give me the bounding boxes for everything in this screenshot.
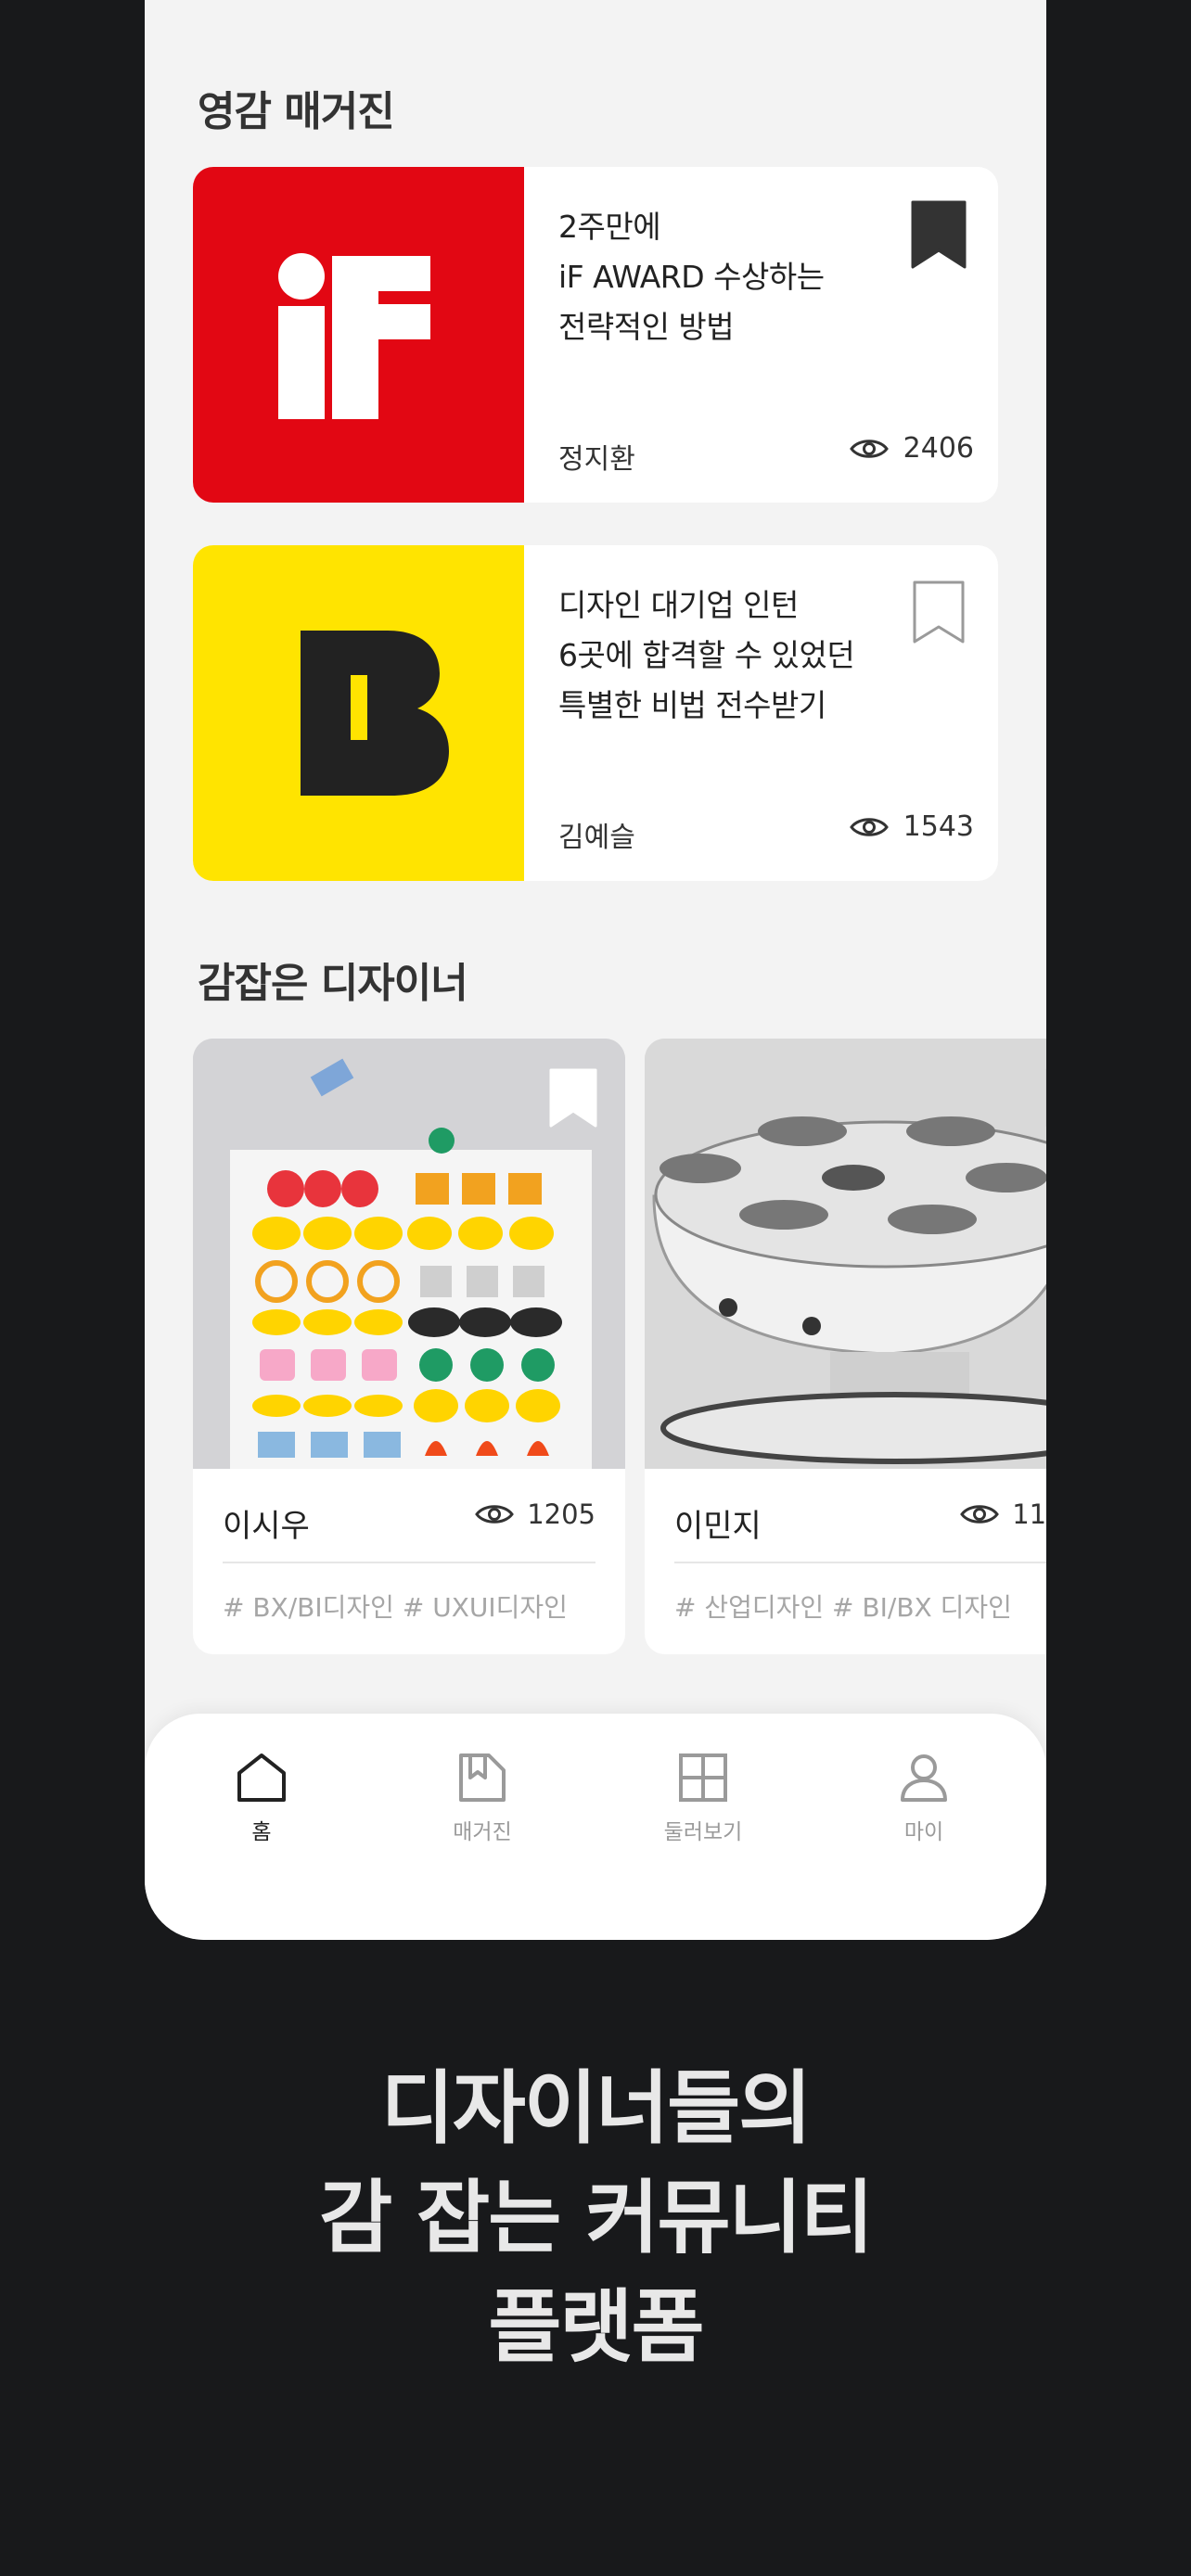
tab-label: 홈 (251, 1820, 272, 1844)
tab-label: 둘러보기 (663, 1820, 743, 1844)
bookmark-outline-icon[interactable] (1044, 1066, 1046, 1135)
if-logo-icon (278, 253, 430, 419)
bottom-tab-bar: 홈 매거진 둘러보기 마이 (145, 1714, 1046, 1940)
magazine-title: 디자인 대기업 인턴 6곳에 합격할 수 있었던 특별한 비법 전수받기 (558, 587, 855, 723)
magazine-thumbnail-if (193, 167, 524, 503)
view-count: 1205 (475, 1498, 596, 1530)
tab-my[interactable]: 마이 (850, 1751, 998, 1845)
magazine-thumbnail-b (193, 545, 524, 881)
view-count: 1543 (849, 810, 974, 843)
designer-tags: # 산업디자인 # BI/BX 디자인 (674, 1592, 1012, 1623)
view-count-value: 2406 (903, 432, 974, 465)
view-count-value: 1142 (1012, 1498, 1046, 1530)
magazine-title: 2주만에 iF AWARD 수상하는 전략적인 방법 (558, 209, 825, 345)
tab-magazine[interactable]: 매거진 (408, 1751, 557, 1845)
grid-icon (679, 1753, 727, 1802)
view-count-value: 1205 (527, 1498, 596, 1530)
tab-label: 마이 (903, 1820, 944, 1844)
magazine-card[interactable]: 2주만에 iF AWARD 수상하는 전략적인 방법 정지환 2406 (193, 167, 998, 503)
magazine-author: 김예슬 (558, 822, 635, 854)
eye-icon (475, 1505, 515, 1524)
magazine-author: 정지환 (558, 443, 635, 476)
divider (223, 1562, 596, 1563)
magazine-card[interactable]: 디자인 대기업 인턴 6곳에 합격할 수 있었던 특별한 비법 전수받기 김예슬… (193, 545, 998, 881)
book-icon (459, 1753, 506, 1802)
designer-card[interactable]: 이시우 1205 # BX/BI디자인 # UXUI디자인 (193, 1039, 625, 1654)
tagline-line-3: 플랫폼 (488, 2281, 704, 2374)
home-icon (237, 1753, 286, 1802)
view-count: 1142 (960, 1498, 1046, 1530)
tab-home[interactable]: 홈 (187, 1751, 336, 1845)
designer-card[interactable]: 이민지 1142 # 산업디자인 # BI/BX 디자인 (645, 1039, 1046, 1654)
designer-portfolio-image (645, 1039, 1046, 1469)
designer-name: 이시우 (223, 1508, 310, 1545)
designer-tags: # BX/BI디자인 # UXUI디자인 (223, 1592, 568, 1623)
bookmark-outline-icon[interactable] (911, 579, 967, 651)
tab-browse[interactable]: 둘러보기 (629, 1751, 777, 1845)
eye-icon (960, 1505, 1000, 1524)
divider (674, 1562, 1046, 1563)
eye-icon (849, 439, 889, 458)
eye-icon (849, 817, 889, 836)
magazine-section-title: 영감 매거진 (198, 88, 395, 135)
promo-tagline: 디자이너들의 감 잡는 커뮤니티 플랫폼 (0, 2054, 1191, 2382)
tagline-line-1: 디자이너들의 (380, 2062, 813, 2155)
designers-section-title: 감잡은 디자이너 (198, 960, 468, 1007)
phone-screen: 영감 매거진 2주만에 iF AWARD 수상하는 전략적인 방법 정지환 24… (145, 0, 1046, 1940)
tagline-line-2: 감 잡는 커뮤니티 (319, 2172, 874, 2264)
bookmark-outline-icon[interactable] (547, 1066, 599, 1135)
bookmark-filled-icon[interactable] (911, 200, 967, 273)
person-icon (901, 1754, 947, 1802)
tab-label: 매거진 (453, 1820, 512, 1844)
designer-name: 이민지 (674, 1508, 762, 1545)
view-count-value: 1543 (903, 810, 974, 843)
view-count: 2406 (849, 432, 974, 465)
b-logo-icon (301, 631, 449, 796)
